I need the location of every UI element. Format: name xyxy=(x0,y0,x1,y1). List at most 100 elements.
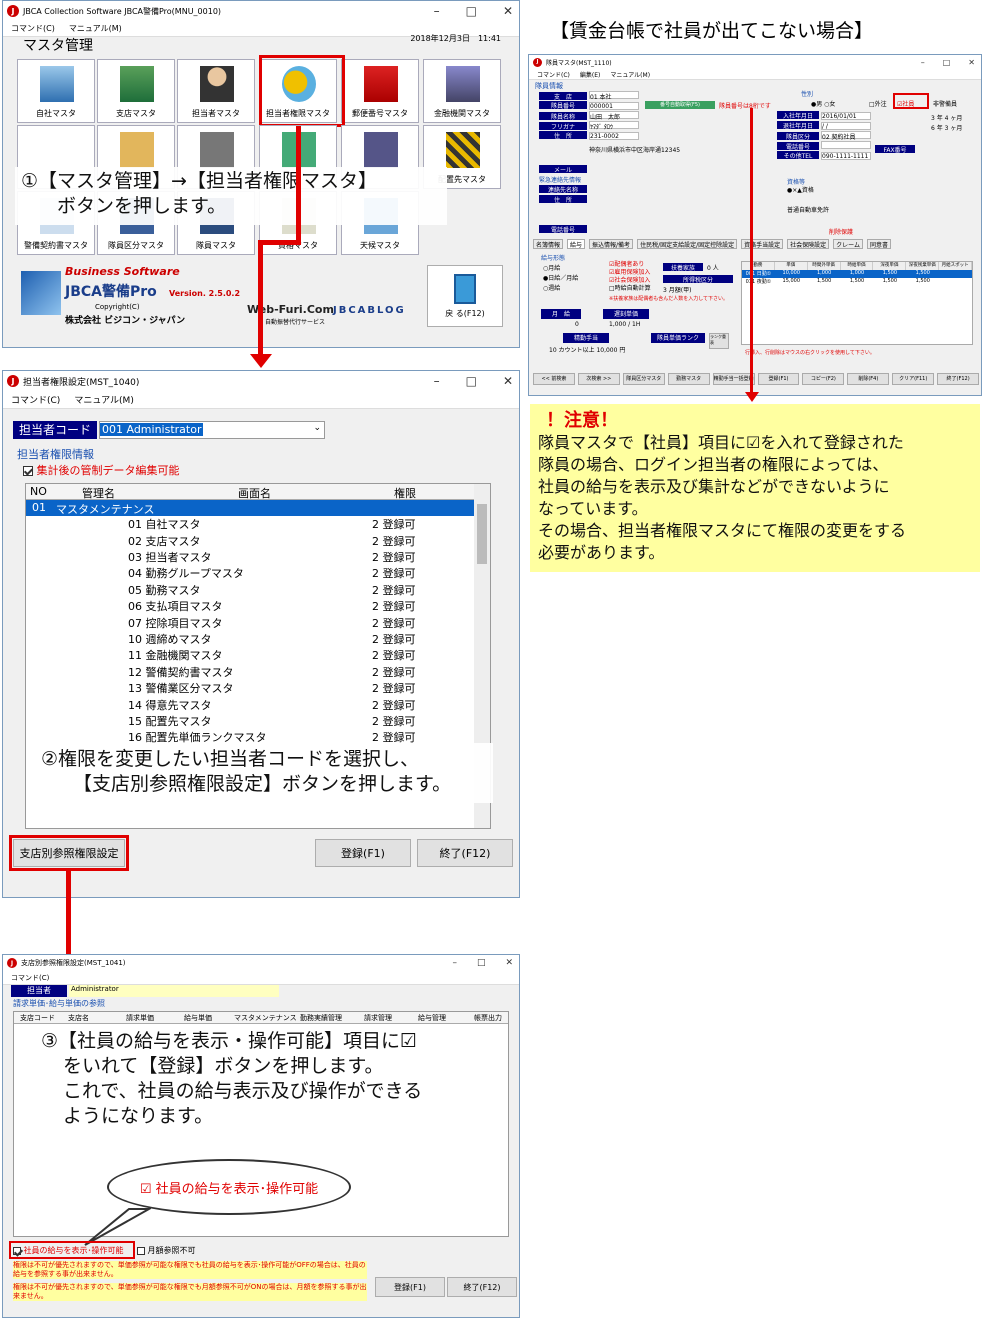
field-value[interactable]: 山田 太郎 xyxy=(589,111,639,121)
tab-item[interactable]: 住民税/固定支給設定/固定控除設定 xyxy=(637,239,738,249)
toolbar-button[interactable]: << 前検索 xyxy=(533,373,575,385)
tab-item[interactable]: 資格手当設定 xyxy=(741,239,784,249)
toolbar-button[interactable]: コピー(F2) xyxy=(802,373,845,385)
table-row[interactable]: 001 日勤① 10,000 1,000 1,000 1,500 1,500 xyxy=(742,270,972,278)
field-value[interactable]: 02 契約社員 xyxy=(821,131,871,141)
rank-button[interactable]: ランク重表 xyxy=(709,333,729,349)
window-controls[interactable]: – □ ✕ xyxy=(434,1,513,21)
minimize-icon[interactable]: – xyxy=(452,958,457,968)
menu-edit[interactable]: 編集(E) xyxy=(580,70,600,79)
tile-company-master[interactable]: 自社マスタ xyxy=(17,59,95,123)
menu-manual[interactable]: マニュアル(M) xyxy=(69,23,122,34)
minimize-icon[interactable]: – xyxy=(434,4,440,18)
monthly-ref-check[interactable]: 月額参照不可 xyxy=(137,1245,196,1256)
tile-branch-master[interactable]: 支店マスタ xyxy=(97,59,175,123)
minimize-icon[interactable]: – xyxy=(434,374,440,388)
checkbox-icon[interactable] xyxy=(23,466,33,476)
close-icon[interactable]: ✕ xyxy=(503,4,513,18)
menu-manual[interactable]: マニュアル(M) xyxy=(74,393,134,406)
maximize-icon[interactable]: □ xyxy=(466,4,477,18)
toolbar-button[interactable]: 隊員区分マスタ xyxy=(622,373,665,385)
row-permission[interactable]: 2 登録可 xyxy=(372,549,416,565)
table-row[interactable]: 15 配置先マスタ 2 登録可 xyxy=(26,713,476,729)
maximize-icon[interactable]: □ xyxy=(477,958,486,968)
table-row[interactable]: 02 支店マスタ 2 登録可 xyxy=(26,532,476,548)
table-row[interactable]: 01 自社マスタ 2 登録可 xyxy=(26,516,476,532)
menu-command[interactable]: コマンド(C) xyxy=(11,973,49,983)
row-permission[interactable]: 2 登録可 xyxy=(372,533,416,549)
register-button[interactable]: 登録(F1) xyxy=(315,839,411,867)
toolbar-button[interactable]: 勤務マスタ xyxy=(667,373,710,385)
field-value[interactable]: 2016/01/01 xyxy=(821,112,871,120)
table-row[interactable]: 12 警備契約書マスタ 2 登録可 xyxy=(26,664,476,680)
window-controls[interactable]: – □ ✕ xyxy=(434,371,513,391)
tile-bank-master[interactable]: 金融機関マスタ xyxy=(423,59,501,123)
table-row[interactable]: 06 支払項目マスタ 2 登録可 xyxy=(26,598,476,614)
delete-protect-check[interactable]: 削除保護 xyxy=(829,227,853,236)
insurance-4[interactable]: □時給自動計算 xyxy=(609,283,651,292)
close-icon[interactable]: ✕ xyxy=(505,958,513,968)
auto-number-button[interactable]: 番号自動取得(F5) xyxy=(645,101,715,109)
staff-code-select[interactable]: 001 Administrator ⌄ xyxy=(99,421,325,439)
close-icon[interactable]: ✕ xyxy=(503,374,513,388)
field-value[interactable] xyxy=(821,141,871,149)
table-row[interactable]: 10 週締めマスタ 2 登録可 xyxy=(26,631,476,647)
menu-command[interactable]: コマンド(C) xyxy=(537,70,570,79)
minimize-icon[interactable]: – xyxy=(921,58,925,67)
row-permission[interactable]: 2 登録可 xyxy=(372,615,416,631)
table-row[interactable]: 05 勤務マスタ 2 登録可 xyxy=(26,582,476,598)
row-permission[interactable]: 2 登録可 xyxy=(372,598,416,614)
row-permission[interactable]: 2 登録可 xyxy=(372,631,416,647)
toolbar-button[interactable]: 次検索 >> xyxy=(577,373,620,385)
edit-after-total-check[interactable]: 集計後の管制データ編集可能 xyxy=(23,462,180,478)
table-row[interactable]: 011 夜勤① 15,000 1,500 1,500 1,500 1,500 xyxy=(742,278,972,286)
toolbar-button[interactable]: クリア(F11) xyxy=(892,373,935,385)
window-controls[interactable]: – □ ✕ xyxy=(452,955,513,971)
tax-class-value[interactable]: 3 月額(甲) xyxy=(663,285,691,294)
gender-radio[interactable]: ●男 ○女 xyxy=(811,99,835,108)
field-value[interactable]: / / xyxy=(821,122,871,130)
outsource-check[interactable]: □外注 xyxy=(869,99,887,108)
table-row[interactable]: 13 警備業区分マスタ 2 登録可 xyxy=(26,680,476,696)
row-permission[interactable]: 2 登録可 xyxy=(372,697,416,713)
register-button[interactable]: 登録(F1) xyxy=(375,1277,445,1297)
menu-manual[interactable]: マニュアル(M) xyxy=(610,70,650,79)
tab-item[interactable]: 給与 xyxy=(567,239,586,249)
checkbox-empty-icon[interactable] xyxy=(137,1246,145,1255)
row-permission[interactable]: 2 登録可 xyxy=(372,664,416,680)
chevron-down-icon[interactable]: ⌄ xyxy=(313,423,321,433)
scroll-thumb[interactable] xyxy=(477,504,487,564)
toolbar-button[interactable]: 終了(F12) xyxy=(937,373,980,385)
field-value[interactable]: 231-0002 xyxy=(589,132,639,140)
field-value[interactable]: 090-1111-1111 xyxy=(821,152,871,160)
pay-form-opt-1[interactable]: ○月給 xyxy=(543,263,560,272)
table-row[interactable]: 03 担当者マスタ 2 登録可 xyxy=(26,549,476,565)
exit-button[interactable]: 終了(F12) xyxy=(447,1277,517,1297)
pay-form-opt-2[interactable]: ●日給／月給 xyxy=(543,273,578,282)
row-permission[interactable]: 2 登録可 xyxy=(372,647,416,663)
row-permission[interactable]: 2 登録可 xyxy=(372,565,416,581)
table-row[interactable]: 14 得意先マスタ 2 登録可 xyxy=(26,696,476,712)
tab-item[interactable]: 社会保険設定 xyxy=(787,239,830,249)
table-row[interactable]: 04 勤務グループマスタ 2 登録可 xyxy=(26,565,476,581)
toolbar-button[interactable]: 精勤手当一括登録 xyxy=(712,373,755,385)
menu-command[interactable]: コマンド(C) xyxy=(11,393,60,406)
field-value[interactable]: 01 本社 xyxy=(589,91,639,101)
tab-item[interactable]: 振込情報/備考 xyxy=(589,239,634,249)
maximize-icon[interactable]: □ xyxy=(466,374,477,388)
row-permission[interactable]: 2 登録可 xyxy=(372,680,416,696)
row-permission[interactable]: 2 登録可 xyxy=(372,516,416,532)
menu-command[interactable]: コマンド(C) xyxy=(11,23,55,34)
table-group-row[interactable]: 01 マスタメンテナンス xyxy=(26,500,476,516)
back-button[interactable]: 戻 る(F12) xyxy=(427,265,503,327)
toolbar-button[interactable]: 登録(F1) xyxy=(757,373,800,385)
table-row[interactable]: 07 控除項目マスタ 2 登録可 xyxy=(26,614,476,630)
tile-staff-master[interactable]: 担当者マスタ xyxy=(177,59,255,123)
window-controls[interactable]: – □ ✕ xyxy=(921,55,975,69)
tab-item[interactable]: 名簿情報 xyxy=(533,239,564,249)
row-permission[interactable]: 2 登録可 xyxy=(372,582,416,598)
close-icon[interactable]: ✕ xyxy=(968,58,975,67)
field-value[interactable]: ﾔﾏﾀﾞ ﾀﾛｳ xyxy=(589,121,639,131)
tile-postal-master[interactable]: 郵便番号マスタ xyxy=(341,59,419,123)
exit-button[interactable]: 終了(F12) xyxy=(417,839,513,867)
